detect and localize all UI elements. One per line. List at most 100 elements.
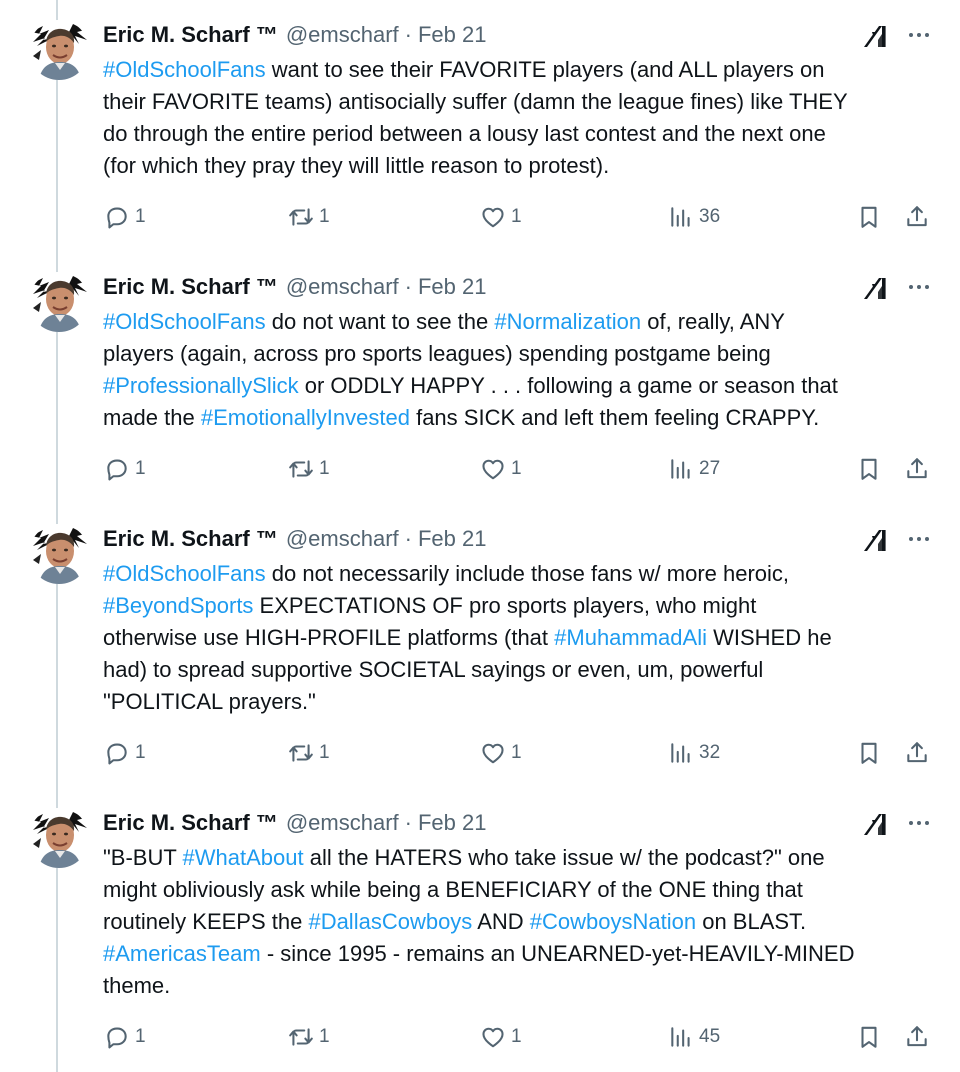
grok-icon[interactable] (862, 810, 890, 838)
text-segment: AND (472, 909, 530, 934)
like-button[interactable]: 1 (480, 736, 522, 770)
repost-icon (288, 456, 314, 482)
grok-icon[interactable] (862, 22, 890, 50)
reply-button[interactable]: 1 (104, 200, 146, 234)
more-icon[interactable] (904, 810, 934, 836)
text-segment: do not want to see the (265, 309, 495, 334)
hashtag-link[interactable]: #OldSchoolFans (103, 309, 266, 334)
reply-button[interactable]: 1 (104, 736, 146, 770)
bookmark-button[interactable] (856, 200, 882, 234)
repost-button[interactable]: 1 (288, 200, 330, 234)
author-handle[interactable]: @emscharf (286, 22, 399, 48)
reply-icon (104, 204, 130, 230)
reply-icon (104, 456, 130, 482)
hashtag-link[interactable]: #AmericasTeam (103, 941, 261, 966)
hashtag-link[interactable]: #OldSchoolFans (103, 57, 266, 82)
text-segment: otherwise use HIGH-PROFILE platforms (th… (103, 625, 555, 650)
views-icon (668, 1024, 694, 1050)
views-button[interactable]: 32 (668, 736, 720, 770)
author-handle[interactable]: @emscharf (286, 274, 399, 300)
text-line: #BeyondSports EXPECTATIONS OF pro sports… (103, 590, 943, 622)
bookmark-button[interactable] (856, 452, 882, 486)
bookmark-icon (856, 740, 882, 766)
like-count: 1 (511, 206, 522, 227)
author-name[interactable]: Eric M. Scharf ™ (103, 22, 278, 48)
separator-dot: · (404, 810, 412, 835)
more-icon[interactable] (904, 274, 934, 300)
bookmark-button[interactable] (856, 736, 882, 770)
repost-icon (288, 1024, 314, 1050)
avatar[interactable] (29, 808, 89, 868)
repost-button[interactable]: 1 (288, 736, 330, 770)
views-count: 36 (699, 206, 721, 227)
reply-count: 1 (135, 1026, 146, 1047)
tweet-header: Eric M. Scharf ™ @emscharf · Feb 21 (103, 272, 486, 302)
hashtag-link[interactable]: #MuhammadAli (554, 625, 707, 650)
reply-button[interactable]: 1 (104, 452, 146, 486)
separator-dot: · (404, 274, 412, 299)
grok-icon[interactable] (862, 526, 890, 554)
separator-dot: · (404, 22, 412, 47)
bookmark-icon (856, 1024, 882, 1050)
avatar[interactable] (29, 272, 89, 332)
text-segment: on BLAST. (696, 909, 807, 934)
tweet-date[interactable]: Feb 21 (418, 526, 487, 552)
views-button[interactable]: 36 (668, 200, 720, 234)
tweet-header: Eric M. Scharf ™ @emscharf · Feb 21 (103, 20, 486, 50)
text-line: made the #EmotionallyInvested fans SICK … (103, 402, 943, 434)
tweet-text: #OldSchoolFans do not necessarily includ… (103, 558, 943, 718)
more-icon[interactable] (904, 526, 934, 552)
repost-button[interactable]: 1 (288, 1020, 330, 1054)
bookmark-button[interactable] (856, 1020, 882, 1054)
tweet-date[interactable]: Feb 21 (418, 810, 487, 836)
share-icon (904, 740, 930, 766)
text-line: do through the entire period between a l… (103, 118, 943, 150)
text-line: "B-BUT #WhatAbout all the HATERS who tak… (103, 842, 943, 874)
author-handle[interactable]: @emscharf (286, 810, 399, 836)
hashtag-link[interactable]: #OldSchoolFans (103, 561, 266, 586)
hashtag-link[interactable]: #ProfessionallySlick (103, 373, 299, 398)
tweet-date[interactable]: Feb 21 (418, 274, 487, 300)
text-line: might obliviously ask while being a BENE… (103, 874, 943, 906)
author-name[interactable]: Eric M. Scharf ™ (103, 274, 278, 300)
views-count: 45 (699, 1026, 721, 1047)
text-segment: of, really, ANY (641, 309, 785, 334)
hashtag-link[interactable]: #DallasCowboys (308, 909, 472, 934)
author-handle[interactable]: @emscharf (286, 526, 399, 552)
reply-count: 1 (135, 742, 146, 763)
hashtag-link[interactable]: #WhatAbout (183, 845, 304, 870)
views-button[interactable]: 45 (668, 1020, 720, 1054)
share-button[interactable] (904, 1020, 930, 1054)
hashtag-link[interactable]: #BeyondSports (103, 593, 253, 618)
separator-dot: · (404, 526, 412, 551)
share-button[interactable] (904, 452, 930, 486)
views-button[interactable]: 27 (668, 452, 720, 486)
author-name[interactable]: Eric M. Scharf ™ (103, 810, 278, 836)
hashtag-link[interactable]: #CowboysNation (530, 909, 696, 934)
reply-button[interactable]: 1 (104, 1020, 146, 1054)
text-segment: their FAVORITE teams) antisocially suffe… (103, 89, 848, 114)
tweet-date[interactable]: Feb 21 (418, 22, 487, 48)
grok-icon[interactable] (862, 274, 890, 302)
share-button[interactable] (904, 736, 930, 770)
share-icon (904, 1024, 930, 1050)
share-button[interactable] (904, 200, 930, 234)
like-icon (480, 1024, 506, 1050)
author-name[interactable]: Eric M. Scharf ™ (103, 526, 278, 552)
text-line: had) to spread supportive SOCIETAL sayin… (103, 654, 943, 686)
views-icon (668, 204, 694, 230)
text-segment: had) to spread supportive SOCIETAL sayin… (103, 657, 764, 682)
avatar[interactable] (29, 20, 89, 80)
like-button[interactable]: 1 (480, 452, 522, 486)
like-icon (480, 740, 506, 766)
like-button[interactable]: 1 (480, 200, 522, 234)
hashtag-link[interactable]: #EmotionallyInvested (201, 405, 410, 430)
text-line: #ProfessionallySlick or ODDLY HAPPY . . … (103, 370, 943, 402)
repost-button[interactable]: 1 (288, 452, 330, 486)
avatar[interactable] (29, 524, 89, 584)
more-icon[interactable] (904, 22, 934, 48)
tweet-actions: 1 1 1 27 (0, 452, 960, 486)
hashtag-link[interactable]: #Normalization (494, 309, 641, 334)
like-button[interactable]: 1 (480, 1020, 522, 1054)
tweet-actions: 1 1 1 32 (0, 736, 960, 770)
